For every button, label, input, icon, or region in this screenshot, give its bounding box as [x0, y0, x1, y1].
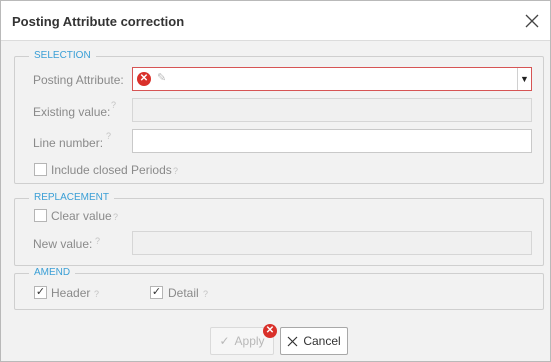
edit-icon: ✎	[157, 72, 167, 84]
line-number-field[interactable]	[132, 129, 532, 153]
help-icon[interactable]: ?	[111, 100, 116, 110]
close-icon[interactable]	[522, 11, 542, 31]
detail-label: Detail	[168, 286, 199, 300]
check-icon: ✓	[219, 334, 230, 348]
help-icon[interactable]: ?	[203, 289, 208, 299]
existing-value-label: Existing value:	[33, 105, 111, 119]
replacement-group: REPLACEMENT Clear value ? New value: ?	[14, 192, 544, 266]
include-closed-label: Include closed Periods	[51, 163, 172, 177]
posting-attribute-select[interactable]: ✕ ✎ ▼	[132, 67, 532, 91]
new-value-field	[132, 231, 532, 255]
line-number-label: Line number:	[33, 136, 104, 150]
posting-attribute-correction-dialog: Posting Attribute correction SELECTION P…	[0, 0, 551, 362]
help-icon[interactable]: ?	[106, 131, 111, 141]
selection-group: SELECTION Posting Attribute: ✕ ✎ ▼ Exist…	[14, 50, 544, 184]
dialog-titlebar: Posting Attribute correction	[1, 1, 550, 41]
help-icon[interactable]: ?	[95, 236, 100, 246]
help-icon[interactable]: ?	[113, 212, 118, 222]
posting-attribute-label: Posting Attribute:	[33, 73, 124, 87]
cancel-label: Cancel	[303, 334, 341, 348]
help-icon[interactable]: ?	[173, 166, 178, 176]
amend-legend: AMEND	[29, 267, 76, 279]
amend-group: AMEND ✓ Header ? ✓ Detail ?	[14, 267, 544, 310]
clear-value-label: Clear value	[51, 209, 112, 223]
header-checkbox[interactable]: ✓	[34, 286, 47, 299]
include-closed-checkbox[interactable]	[34, 163, 47, 176]
existing-value-field	[132, 98, 532, 122]
detail-checkbox[interactable]: ✓	[150, 286, 163, 299]
clear-value-checkbox[interactable]	[34, 209, 47, 222]
apply-error-icon: ✕	[263, 324, 277, 338]
cancel-button[interactable]: Cancel	[280, 327, 348, 355]
close-icon	[287, 336, 298, 346]
selection-legend: SELECTION	[29, 50, 96, 62]
error-icon: ✕	[137, 72, 151, 86]
header-label: Header	[51, 286, 91, 300]
new-value-label: New value:	[33, 237, 93, 251]
help-icon[interactable]: ?	[94, 289, 99, 299]
dialog-title: Posting Attribute correction	[12, 14, 185, 29]
chevron-down-icon[interactable]: ▼	[517, 68, 531, 90]
replacement-legend: REPLACEMENT	[29, 192, 115, 204]
apply-label: Apply	[234, 334, 265, 348]
